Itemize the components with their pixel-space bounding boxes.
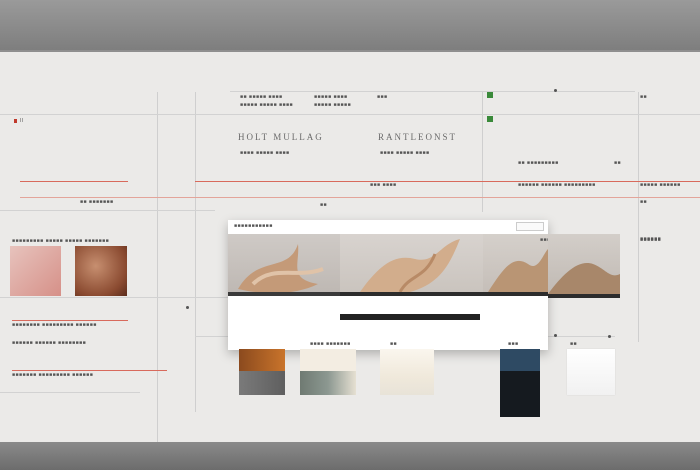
- sculpture-image-1[interactable]: [228, 234, 340, 296]
- page-title: RANTLEONST: [378, 132, 457, 142]
- red-rule: [20, 197, 700, 198]
- guide-line: [638, 92, 639, 342]
- red-rule: [195, 181, 700, 182]
- sculpture-graphic: [548, 263, 620, 298]
- red-rule: [20, 181, 128, 182]
- annotation-label: ■■■ ■■■■: [370, 182, 397, 188]
- swatch-black[interactable]: [500, 371, 540, 417]
- panel-caption: ■■■■■■ ■■■■■■ ■■■■■■■■: [12, 340, 87, 346]
- sculpture-graphic: [483, 249, 548, 296]
- swatch-sage[interactable]: [300, 371, 356, 395]
- annotation-label: ■■: [640, 199, 648, 205]
- guide-line: [0, 114, 700, 115]
- pane-label: ■■■■■■: [640, 237, 662, 243]
- guide-line: [157, 92, 158, 442]
- swatch-caption: ■■■: [508, 341, 519, 347]
- annotation-label: ■■■■■ ■■■■■ ■■■■: [240, 102, 294, 108]
- swatch-caption: ■■■■ ■■■■■■■: [310, 341, 351, 347]
- annotation-label: ■■ ■■■■■■■■■: [518, 160, 559, 166]
- swatch-navy[interactable]: [500, 349, 540, 371]
- anchor-dot: [554, 334, 557, 337]
- red-rule: [12, 370, 167, 371]
- swatch-caption: ■■: [390, 341, 398, 347]
- sculpture-image-3[interactable]: [483, 234, 548, 296]
- pink-photo-thumbnail[interactable]: [10, 246, 61, 296]
- annotation-label: ■■ ■■■■■ ■■■■: [240, 94, 283, 100]
- sculpture-graphic: [340, 239, 483, 296]
- guide-line: [230, 91, 635, 92]
- green-marker: [487, 92, 493, 98]
- guide-line: [0, 392, 140, 393]
- card-caption: ■■■■■■■■■ ■■■■■ ■■■■■ ■■■■■■■: [12, 238, 110, 244]
- rust-photo-thumbnail[interactable]: [75, 246, 127, 296]
- guide-line: [0, 210, 215, 211]
- swatch-grey[interactable]: [239, 371, 285, 395]
- annotation-label: ■■■■■ ■■■■■■: [640, 182, 681, 188]
- toolbar-search-field[interactable]: [516, 222, 544, 231]
- toolbar-text: ■■■■■■■■■■■: [234, 223, 273, 229]
- swatch-caption: ■■: [570, 341, 578, 347]
- monitor-mockup: ■■■■■■■■■■■ ■■■■■■■■■■■■■■■■■ ■■■■■■■ ■■…: [228, 220, 661, 350]
- subtitle-label: ■■■■ ■■■■■ ■■■■: [240, 150, 290, 156]
- red-rule: [12, 320, 128, 321]
- sculpture-graphic: [228, 244, 340, 296]
- swatch-cream[interactable]: [300, 349, 356, 371]
- anchor-dot: [554, 89, 557, 92]
- sculpture-image-2[interactable]: [340, 234, 483, 296]
- swatch-white[interactable]: [567, 349, 615, 395]
- panel-caption: ■■■■■■■ ■■■■■■■■■ ■■■■■■: [12, 372, 94, 378]
- annotation-label: ■■: [320, 202, 328, 208]
- top-wall: [0, 0, 700, 50]
- annotation-label: ■■■■■ ■■■■■: [314, 102, 352, 108]
- subtitle-label: ■■■■ ■■■■■ ■■■■: [380, 150, 430, 156]
- swatch-ivory[interactable]: [380, 349, 434, 395]
- anchor-dot: [608, 335, 611, 338]
- annotation-label: ■■ ■■■■■■■: [80, 199, 114, 205]
- panel-caption: ■■■■■■■■ ■■■■■■■■■ ■■■■■■: [12, 322, 97, 328]
- page-title: HOLT MULLAG: [238, 132, 324, 142]
- red-marker: [14, 119, 17, 123]
- sculpture-image-4[interactable]: [548, 234, 620, 298]
- annotation-label: ■■: [640, 94, 648, 100]
- floor-band: [0, 442, 700, 470]
- swatch-brown[interactable]: [239, 349, 285, 371]
- monitor-stand: [340, 314, 480, 320]
- design-board: II ■■ ■■■■■ ■■■■ ■■■■■ ■■■■■ ■■■■ ■■■■■ …: [0, 52, 700, 442]
- anchor-dot: [186, 306, 189, 309]
- annotation-label: ■■: [614, 160, 622, 166]
- annotation-label: II: [20, 118, 24, 124]
- green-marker: [487, 116, 493, 122]
- annotation-label: ■■■: [377, 94, 388, 100]
- annotation-label: ■■■■■■ ■■■■■■ ■■■■■■■■■: [518, 182, 596, 188]
- guide-line: [482, 92, 483, 212]
- annotation-label: ■■■■■ ■■■■: [314, 94, 348, 100]
- guide-line: [195, 92, 196, 412]
